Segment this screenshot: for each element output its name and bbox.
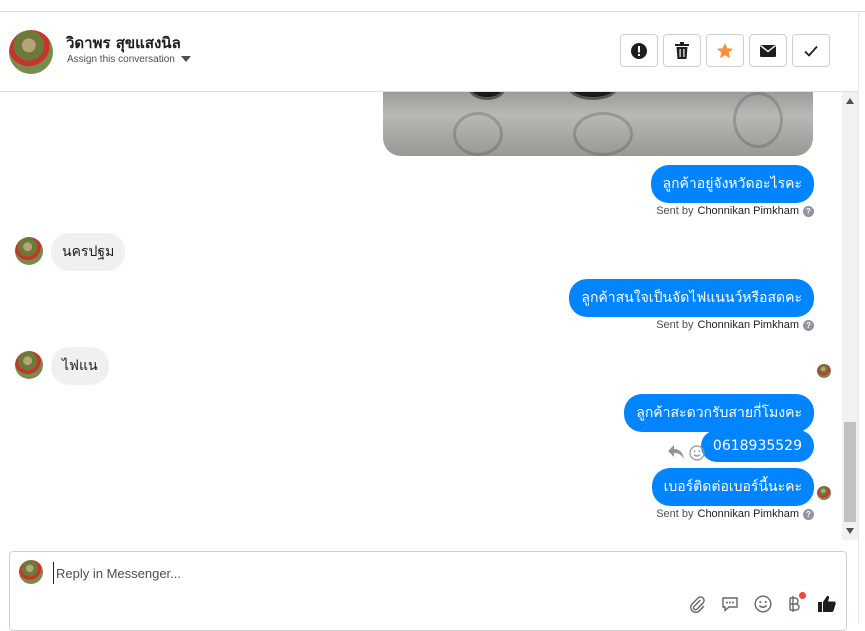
sent-by-prefix: Sent by: [656, 205, 694, 217]
photo-reflection: [573, 112, 633, 156]
mark-unread-button[interactable]: [749, 34, 787, 67]
page-avatar: [19, 560, 43, 584]
incoming-message[interactable]: นครปฐม: [51, 233, 126, 271]
react-emoji-icon[interactable]: [689, 445, 705, 461]
reply-input[interactable]: [53, 562, 753, 584]
reply-arrow-icon[interactable]: [667, 444, 685, 460]
paperclip-icon: [690, 596, 705, 613]
top-strip: [0, 0, 865, 12]
trash-icon: [675, 41, 689, 59]
contact-avatar-small: [15, 351, 43, 379]
reply-composer: [9, 551, 847, 631]
thumbs-up-icon: [818, 595, 836, 612]
assign-label: Assign this conversation: [67, 54, 175, 65]
message-thread[interactable]: ลูกค้าอยู่จังหวัดอะไรคะ Sent by Chonnikan…: [0, 92, 842, 540]
emoji-button[interactable]: [753, 594, 773, 614]
exclamation-circle-icon: [631, 42, 647, 59]
star-button[interactable]: [706, 34, 744, 67]
seen-indicator-avatar: [817, 486, 831, 500]
outgoing-message[interactable]: 0618935529: [700, 430, 814, 462]
notification-dot: [799, 592, 806, 599]
right-edge-panel: [858, 12, 865, 624]
conversation-header: วิดาพร สุขแสงนิล Assign this conversatio…: [0, 12, 865, 92]
contact-avatar[interactable]: [9, 30, 53, 74]
scroll-up-arrow-icon[interactable]: [846, 98, 854, 104]
delete-button[interactable]: [663, 34, 701, 67]
checkmark-icon: [804, 45, 818, 57]
photo-reflection: [453, 112, 503, 156]
contact-avatar-small: [15, 237, 43, 265]
outgoing-message[interactable]: ลูกค้าสะดวกรับสายกี่โมงคะ: [624, 394, 814, 432]
sent-by-agent: Chonnikan Pimkham: [697, 319, 800, 331]
photo-wheel: [468, 92, 506, 100]
scroll-thumb[interactable]: [844, 422, 856, 522]
sent-by-label: Sent by Chonnikan Pimkham?: [656, 319, 814, 331]
help-icon[interactable]: ?: [803, 319, 814, 331]
help-icon[interactable]: ?: [803, 205, 814, 217]
help-icon[interactable]: ?: [803, 508, 814, 520]
photo-reflection: [733, 92, 783, 148]
sent-by-label: Sent by Chonnikan Pimkham?: [656, 508, 814, 520]
chat-scrollbar[interactable]: [842, 92, 858, 540]
sent-by-agent: Chonnikan Pimkham: [697, 508, 800, 520]
like-button[interactable]: [817, 594, 837, 614]
saved-reply-icon: [722, 597, 738, 613]
caret-down-icon: [180, 56, 191, 63]
outgoing-message[interactable]: เบอร์ติดต่อเบอร์นี้นะคะ: [651, 468, 814, 506]
emoji-icon: [754, 595, 772, 613]
sent-by-prefix: Sent by: [656, 319, 694, 331]
shared-photo[interactable]: [383, 92, 813, 156]
sent-by-agent: Chonnikan Pimkham: [697, 205, 800, 217]
mark-done-button[interactable]: [792, 34, 830, 67]
contact-name[interactable]: วิดาพร สุขแสงนิล: [66, 31, 181, 55]
envelope-icon: [760, 44, 776, 57]
outgoing-message[interactable]: ลูกค้าสนใจเป็นจัดไฟแนนว์หรือสดคะ: [569, 279, 814, 317]
seen-indicator-avatar: [817, 364, 831, 378]
saved-replies-button[interactable]: [720, 594, 740, 614]
scroll-down-arrow-icon[interactable]: [846, 528, 854, 534]
attach-button[interactable]: [687, 594, 707, 614]
assign-conversation-dropdown[interactable]: Assign this conversation: [67, 54, 191, 65]
sent-by-label: Sent by Chonnikan Pimkham?: [656, 205, 814, 217]
mark-spam-button[interactable]: [620, 34, 658, 67]
incoming-message[interactable]: ไฟแน: [51, 347, 109, 385]
payment-button[interactable]: [784, 592, 806, 614]
star-icon: [717, 42, 733, 58]
sent-by-prefix: Sent by: [656, 508, 694, 520]
outgoing-message[interactable]: ลูกค้าอยู่จังหวัดอะไรคะ: [650, 165, 814, 203]
photo-wheel: [568, 92, 618, 100]
